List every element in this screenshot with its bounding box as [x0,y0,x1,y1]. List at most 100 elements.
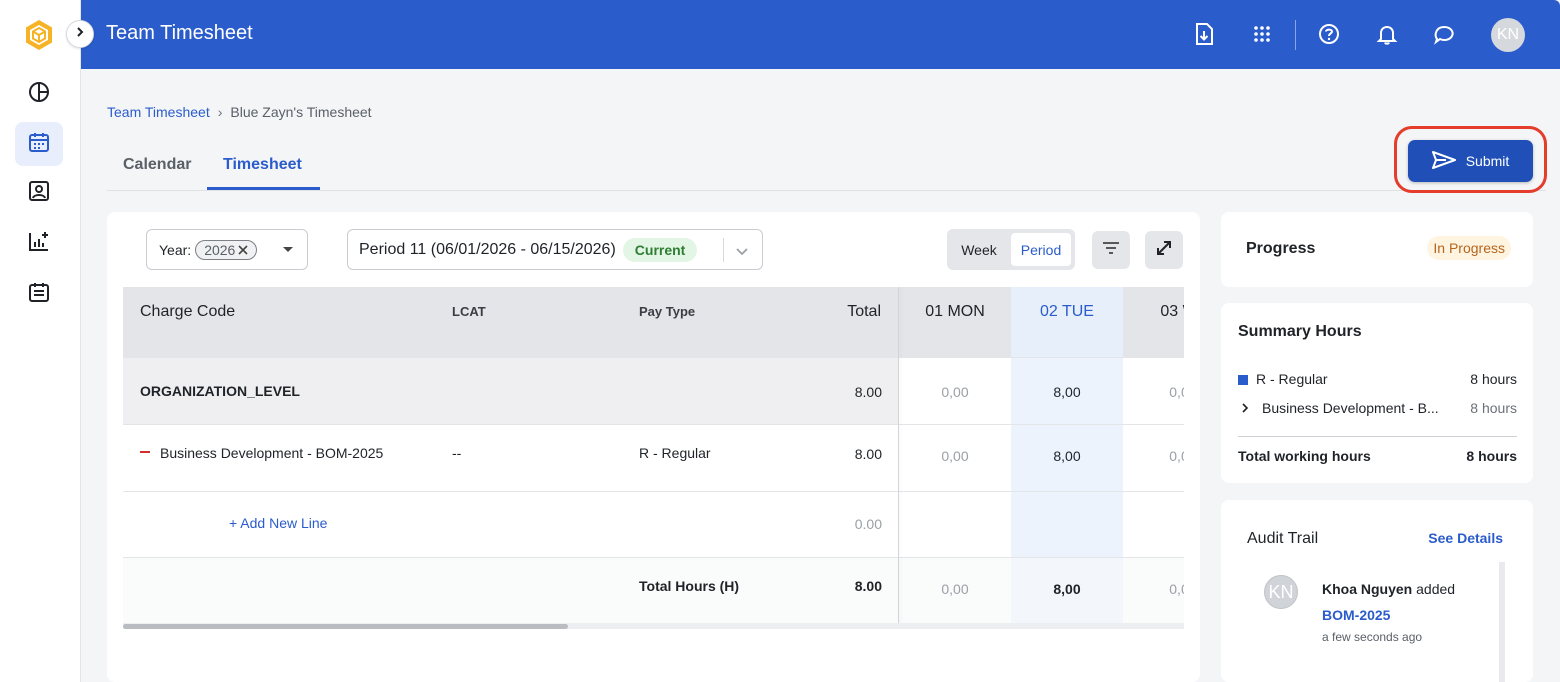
sidebar-item-dashboard[interactable] [15,72,63,116]
org-day-cell-today[interactable]: 8,00 [1011,384,1123,400]
collapse-minus-icon[interactable] [140,451,150,454]
header-lcat[interactable]: LCAT [452,304,486,319]
progress-card: Progress In Progress [1221,212,1533,287]
header-charge-code[interactable]: Charge Code [140,303,235,321]
summary-item-value: 8 hours [1470,400,1517,416]
fullscreen-button[interactable] [1145,231,1183,269]
line-pay-type[interactable]: R - Regular [639,445,711,461]
left-rail [0,0,81,682]
summary-total-value: 8 hours [1466,448,1517,464]
add-line-total: 0.00 [854,516,882,532]
submit-button[interactable]: Submit [1408,140,1533,182]
audit-action: added [1416,581,1456,597]
year-select[interactable]: Year: 2026 [146,229,308,270]
audit-trail-card: Audit Trail See Details KN Khoa Nguyen a… [1221,500,1533,682]
send-icon [1431,150,1456,172]
chat-icon[interactable] [1431,20,1459,48]
totals-total: 8.00 [854,578,882,594]
period-value: Period 11 (06/01/2026 - 06/15/2026) [359,240,616,258]
chevron-right-icon[interactable] [1240,400,1256,416]
summary-title: Summary Hours [1238,323,1362,340]
line-day-cell[interactable]: 0,00 [899,448,1011,464]
line-code-text: Business Development - BOM-2025 [160,445,384,461]
tab-timesheet[interactable]: Timesheet [223,156,302,174]
header-day-today: 02 TUE [1040,303,1094,320]
grid-header: Charge Code LCAT Pay Type Total 01 MON 0… [123,287,1184,357]
line-lcat[interactable]: -- [452,445,461,461]
audit-item-link[interactable]: BOM-2025 [1322,607,1390,623]
add-new-line-link[interactable]: + Add New Line [229,515,327,531]
period-select[interactable]: Period 11 (06/01/2026 - 06/15/2026) Curr… [347,229,763,270]
audit-scrollbar[interactable] [1499,562,1505,682]
tab-bar: Calendar Timesheet [107,140,1546,191]
close-icon[interactable] [238,242,248,258]
breadcrumb-separator: › [217,104,223,120]
view-toggle: Week Period [947,229,1075,270]
summary-item-label: R - Regular [1256,371,1328,387]
app-logo-icon[interactable] [22,18,56,52]
summary-hours-card: Summary Hours R - Regular 8 hours Busine… [1221,303,1533,483]
see-details-link[interactable]: See Details [1428,530,1503,546]
breadcrumb: Team Timesheet › Blue Zayn's Timesheet [107,104,372,120]
org-day-cell[interactable]: 0,00 [899,384,1011,400]
sidebar-item-events[interactable] [15,272,63,316]
line-day-cell-today[interactable]: 8,00 [1011,448,1123,464]
summary-total-label: Total working hours [1238,448,1371,464]
totals-day-cell-today: 8,00 [1053,581,1081,597]
progress-title: Progress [1246,240,1316,257]
app-title: Team Timesheet [106,22,253,44]
header-pay-type[interactable]: Pay Type [639,304,695,319]
tab-calendar[interactable]: Calendar [123,156,191,174]
header-today-bg [1011,287,1123,357]
current-badge: Current [622,237,698,262]
user-avatar[interactable]: KN [1491,18,1525,52]
line-day-cell[interactable]: 0,0 [1123,448,1184,464]
view-period-button[interactable]: Period [1011,233,1071,266]
summary-item[interactable]: Business Development - B... 8 hours [1238,400,1517,416]
help-icon[interactable] [1315,20,1343,48]
year-value: 2026 [204,241,236,258]
header-day: 01 MON [925,303,985,320]
scrollbar-thumb[interactable] [123,624,568,629]
view-week-button[interactable]: Week [951,233,1007,266]
timesheet-card: Year: 2026 Period 11 (06/01/2026 - 06/15… [107,212,1200,682]
summary-total: Total working hours 8 hours [1238,448,1517,464]
caret-down-icon[interactable] [283,247,293,252]
audit-entry-text: Khoa Nguyen added [1322,581,1455,597]
legend-square [1238,375,1248,385]
audit-actor: Khoa Nguyen [1322,581,1413,597]
sidebar-item-profile[interactable] [15,171,63,215]
totals-label: Total Hours (H) [639,578,740,594]
table-row-organization: ORGANIZATION_LEVEL 8.00 0,00 8,00 0,0 [123,357,1184,424]
summary-divider [1238,436,1517,437]
apps-grid-icon[interactable] [1248,20,1276,48]
calendar-icon [28,131,50,158]
audit-title: Audit Trail [1247,530,1319,547]
org-day-cell[interactable]: 0,0 [1123,384,1184,400]
filter-icon [1102,241,1120,260]
header-total[interactable]: Total [823,303,881,321]
bar-chart-add-icon [28,230,50,257]
sidebar-item-reports[interactable] [15,221,63,265]
topbar-divider [1295,20,1296,50]
bell-icon[interactable] [1373,20,1401,48]
sidebar-item-timesheet[interactable] [15,122,63,166]
year-label: Year: [159,241,192,258]
totals-day-cell: 0,00 [941,581,969,597]
summary-item: R - Regular 8 hours [1238,371,1517,387]
avatar: KN [1264,575,1298,609]
timesheet-grid: Charge Code LCAT Pay Type Total 01 MON 0… [123,287,1184,629]
active-tab-indicator [207,187,320,190]
download-file-icon[interactable] [1190,20,1218,48]
event-list-icon [28,281,50,308]
sidebar-expand-button[interactable] [66,20,94,48]
org-total: 8.00 [854,384,882,400]
submit-label: Submit [1465,153,1510,169]
filter-button[interactable] [1092,231,1130,269]
breadcrumb-current: Blue Zayn's Timesheet [230,104,372,120]
org-code: ORGANIZATION_LEVEL [140,383,300,399]
chevron-down-icon[interactable] [735,244,749,262]
chevron-right-icon [74,25,86,43]
breadcrumb-root-link[interactable]: Team Timesheet [107,104,210,120]
table-row-add-line: + Add New Line 0.00 [123,491,1184,557]
